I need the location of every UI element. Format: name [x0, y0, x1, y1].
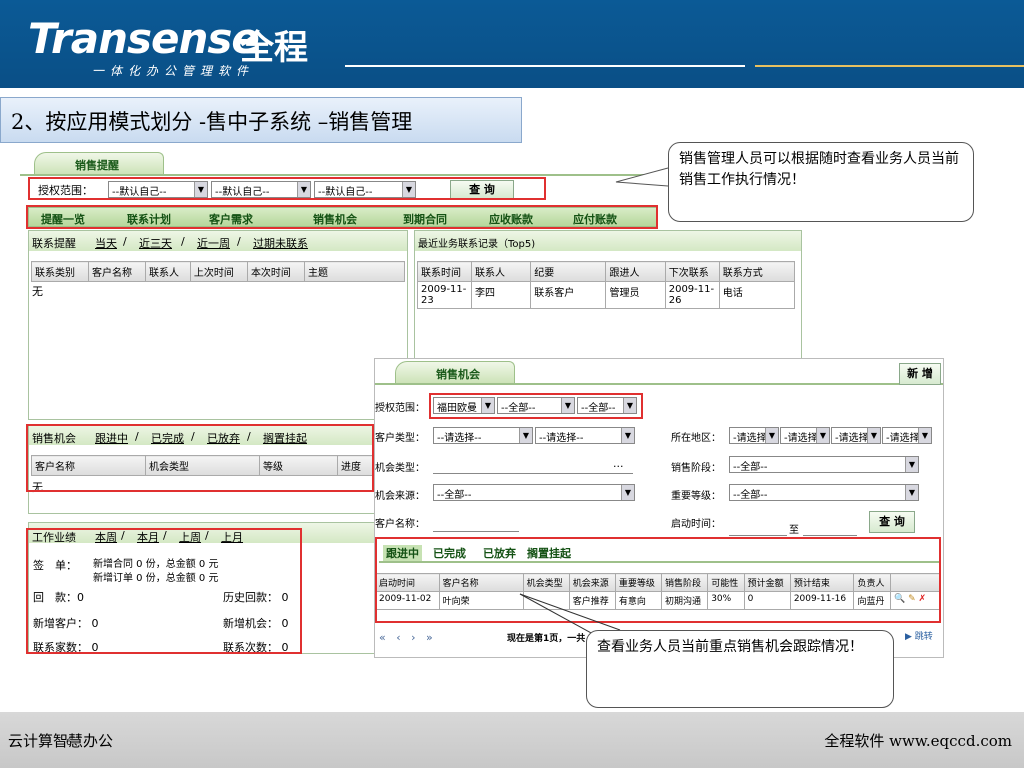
callout-pointer-top: [615, 167, 669, 187]
footer-right-text: 全程软件 www.eqccd.com: [824, 732, 1012, 750]
callout-top: 销售管理人员可以根据随时查看业务人员当前销售工作执行情况！: [668, 142, 974, 222]
page-number: 6: [66, 738, 72, 748]
footer: 云计算智慧办公 6 全程软件 www.eqccd.com: [0, 712, 1024, 768]
footer-left-text: 云计算智慧办公: [8, 732, 114, 750]
callout-bottom: 查看业务人员当前重点销售机会跟踪情况！: [586, 630, 894, 708]
callout-pointer-bottom-2: [519, 593, 621, 631]
